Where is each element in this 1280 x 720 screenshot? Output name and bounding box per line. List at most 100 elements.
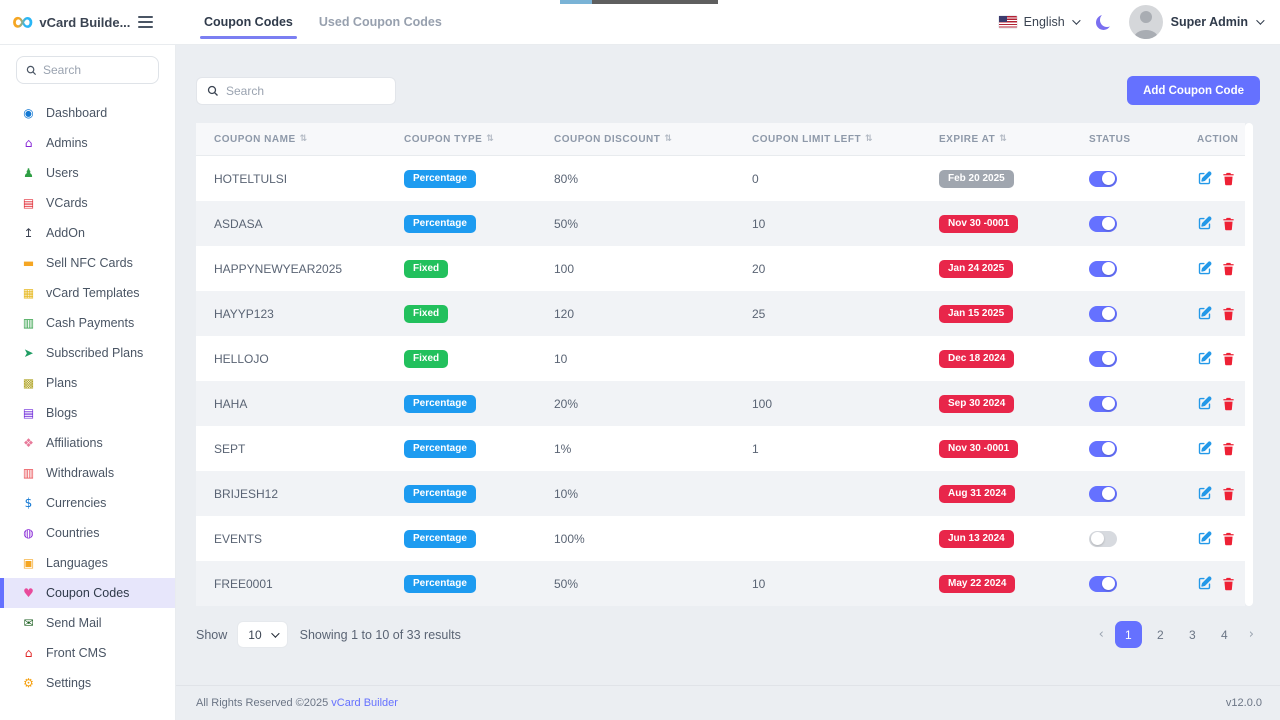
edit-icon[interactable] xyxy=(1197,531,1212,546)
status-toggle[interactable] xyxy=(1089,576,1117,592)
infinity-logo-icon: ∞ xyxy=(12,11,33,33)
page-size-select[interactable]: 10 xyxy=(237,621,287,648)
status-toggle[interactable] xyxy=(1089,486,1117,502)
status-toggle[interactable] xyxy=(1089,261,1117,277)
table-scrollbar[interactable] xyxy=(1245,123,1253,606)
page-button-2[interactable]: 2 xyxy=(1147,621,1174,648)
column-header-name[interactable]: COUPON NAME ⇅ xyxy=(196,134,386,145)
column-header-status[interactable]: STATUS xyxy=(1071,134,1179,145)
table-search-input[interactable] xyxy=(226,84,385,98)
sort-icon: ⇅ xyxy=(664,134,672,144)
delete-icon[interactable] xyxy=(1221,261,1236,276)
coupon-name-cell: FREE0001 xyxy=(196,577,386,591)
page-button-4[interactable]: 4 xyxy=(1211,621,1238,648)
language-selector[interactable]: English xyxy=(999,15,1078,29)
sidebar-search-input[interactable] xyxy=(43,63,149,77)
sidebar-item-send-mail[interactable]: ✉ Send Mail xyxy=(0,608,175,638)
column-header-action[interactable]: ACTION xyxy=(1179,134,1245,145)
withdrawals-icon: ▥ xyxy=(21,467,36,479)
sidebar-item-users[interactable]: ♟ Users xyxy=(0,158,175,188)
coupon-name-cell: HAPPYNEWYEAR2025 xyxy=(196,262,386,276)
delete-icon[interactable] xyxy=(1221,171,1236,186)
sidebar-item-admins[interactable]: ⌂ Admins xyxy=(0,128,175,158)
delete-icon[interactable] xyxy=(1221,396,1236,411)
sidebar-item-languages[interactable]: ▣ Languages xyxy=(0,548,175,578)
delete-icon[interactable] xyxy=(1221,216,1236,231)
search-icon xyxy=(207,85,219,97)
sidebar-item-blogs[interactable]: ▤ Blogs xyxy=(0,398,175,428)
page-button-1[interactable]: 1 xyxy=(1115,621,1142,648)
coupon-name-cell: HOTELTULSI xyxy=(196,172,386,186)
sidebar-item-affiliations[interactable]: ❖ Affiliations xyxy=(0,428,175,458)
sidebar-item-subscribed-plans[interactable]: ➤ Subscribed Plans xyxy=(0,338,175,368)
sidebar-item-settings[interactable]: ⚙ Settings xyxy=(0,668,175,698)
status-cell xyxy=(1071,396,1179,412)
column-header-limit[interactable]: COUPON LIMIT LEFT ⇅ xyxy=(734,134,921,145)
sidebar-search xyxy=(16,56,159,84)
table-row: HAYYP123 Fixed 120 25 Jan 15 2025 xyxy=(196,291,1245,336)
expire-date-badge: Jun 13 2024 xyxy=(939,530,1014,548)
sidebar-item-front-cms[interactable]: ⌂ Front CMS xyxy=(0,638,175,668)
edit-icon[interactable] xyxy=(1197,171,1212,186)
edit-icon[interactable] xyxy=(1197,441,1212,456)
dark-mode-moon-icon[interactable] xyxy=(1096,15,1111,30)
edit-icon[interactable] xyxy=(1197,261,1212,276)
add-coupon-code-button[interactable]: Add Coupon Code xyxy=(1127,76,1260,105)
avatar xyxy=(1129,5,1163,39)
hamburger-menu-icon[interactable] xyxy=(138,16,153,28)
status-toggle[interactable] xyxy=(1089,171,1117,187)
sidebar-item-sell-nfc-cards[interactable]: ▬ Sell NFC Cards xyxy=(0,248,175,278)
sidebar-item-addon[interactable]: ↥ AddOn xyxy=(0,218,175,248)
sidebar-item-currencies[interactable]: $ Currencies xyxy=(0,488,175,518)
delete-icon[interactable] xyxy=(1221,576,1236,591)
expire-at-cell: Nov 30 -0001 xyxy=(921,440,1071,458)
sidebar-item-dashboard[interactable]: ◉ Dashboard xyxy=(0,98,175,128)
tab-coupon-codes[interactable]: Coupon Codes xyxy=(204,0,293,44)
sidebar-item-vcard-templates[interactable]: ▦ vCard Templates xyxy=(0,278,175,308)
edit-icon[interactable] xyxy=(1197,486,1212,501)
sidebar-item-vcards[interactable]: ▤ VCards xyxy=(0,188,175,218)
column-header-discount[interactable]: COUPON DISCOUNT ⇅ xyxy=(536,134,734,145)
table-row: BRIJESH12 Percentage 10% Aug 31 2024 xyxy=(196,471,1245,516)
edit-icon[interactable] xyxy=(1197,351,1212,366)
vcard-templates-icon: ▦ xyxy=(21,287,36,299)
edit-icon[interactable] xyxy=(1197,576,1212,591)
tab-used-coupon-codes[interactable]: Used Coupon Codes xyxy=(319,0,442,44)
sidebar-item-coupon-codes[interactable]: ♥ Coupon Codes xyxy=(0,578,175,608)
expire-date-badge: May 22 2024 xyxy=(939,575,1015,593)
brand-footer-link[interactable]: vCard Builder xyxy=(331,697,398,709)
next-page-button[interactable]: › xyxy=(1243,627,1260,642)
expire-at-cell: Jan 15 2025 xyxy=(921,305,1071,323)
delete-icon[interactable] xyxy=(1221,441,1236,456)
sidebar-item-withdrawals[interactable]: ▥ Withdrawals xyxy=(0,458,175,488)
status-toggle[interactable] xyxy=(1089,306,1117,322)
delete-icon[interactable] xyxy=(1221,351,1236,366)
status-toggle[interactable] xyxy=(1089,351,1117,367)
delete-icon[interactable] xyxy=(1221,531,1236,546)
status-cell xyxy=(1071,531,1179,547)
edit-icon[interactable] xyxy=(1197,216,1212,231)
sidebar-nav: ◉ Dashboard ⌂ Admins ♟ Users ▤ VCards ↥ … xyxy=(0,98,175,698)
sidebar-item-plans[interactable]: ▩ Plans xyxy=(0,368,175,398)
delete-icon[interactable] xyxy=(1221,306,1236,321)
user-menu[interactable]: Super Admin xyxy=(1129,5,1262,39)
column-header-expire[interactable]: EXPIRE AT ⇅ xyxy=(921,134,1071,145)
languages-icon: ▣ xyxy=(21,557,36,569)
edit-icon[interactable] xyxy=(1197,396,1212,411)
sidebar-item-cash-payments[interactable]: ▥ Cash Payments xyxy=(0,308,175,338)
edit-icon[interactable] xyxy=(1197,306,1212,321)
column-header-type[interactable]: COUPON TYPE ⇅ xyxy=(386,134,536,145)
countries-icon: ◍ xyxy=(21,527,36,539)
coupon-type-cell: Fixed xyxy=(386,350,536,368)
page-button-3[interactable]: 3 xyxy=(1179,621,1206,648)
dashboard-icon: ◉ xyxy=(21,107,36,119)
status-toggle[interactable] xyxy=(1089,396,1117,412)
status-toggle[interactable] xyxy=(1089,216,1117,232)
delete-icon[interactable] xyxy=(1221,486,1236,501)
sidebar-item-countries[interactable]: ◍ Countries xyxy=(0,518,175,548)
status-toggle[interactable] xyxy=(1089,531,1117,547)
prev-page-button[interactable]: ‹ xyxy=(1093,627,1110,642)
status-toggle[interactable] xyxy=(1089,441,1117,457)
expire-at-cell: Nov 30 -0001 xyxy=(921,215,1071,233)
admins-icon: ⌂ xyxy=(21,137,36,149)
